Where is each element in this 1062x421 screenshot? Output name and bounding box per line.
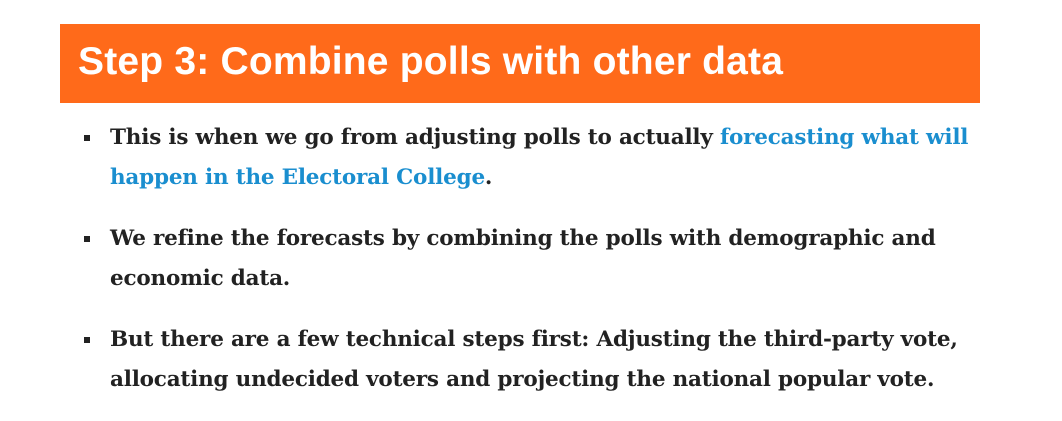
list-item-technical-steps: But there are a few technical steps firs… bbox=[84, 320, 994, 400]
square-bullet-icon bbox=[84, 236, 90, 242]
list-item-refine-forecasts: We refine the forecasts by combining the… bbox=[84, 219, 994, 299]
list-item-text: This is when we go from adjusting polls … bbox=[110, 125, 720, 150]
square-bullet-icon bbox=[84, 337, 90, 343]
list-item-text: But there are a few technical steps firs… bbox=[110, 327, 958, 392]
list-item-text: We refine the forecasts by combining the… bbox=[110, 226, 936, 291]
step-title: Step 3: Combine polls with other data bbox=[78, 40, 784, 83]
bullet-list: This is when we go from adjusting polls … bbox=[84, 118, 994, 421]
step-header-banner: Step 3: Combine polls with other data bbox=[60, 24, 980, 103]
list-item-punctuation: . bbox=[484, 165, 493, 190]
list-item-forecasting: This is when we go from adjusting polls … bbox=[84, 118, 994, 198]
square-bullet-icon bbox=[84, 135, 90, 141]
